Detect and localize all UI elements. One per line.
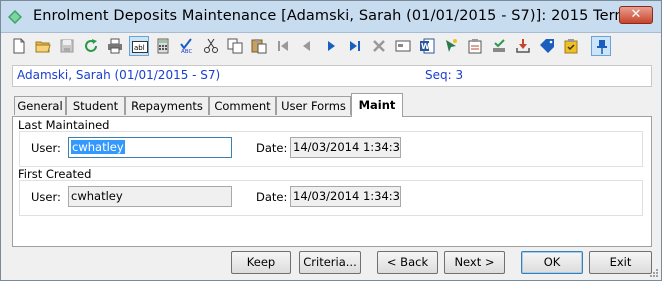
last-record-icon[interactable] xyxy=(345,36,365,56)
first-created-user-field[interactable]: cwhatley xyxy=(68,186,232,207)
copy-icon[interactable] xyxy=(225,36,245,56)
tab-general[interactable]: General xyxy=(14,96,66,115)
tab-strip: General Student Repayments Comment User … xyxy=(12,93,652,117)
cut-icon[interactable] xyxy=(201,36,221,56)
calculator-icon[interactable] xyxy=(153,36,173,56)
record-header: Adamski, Sarah (01/01/2015 - S7) Seq: 3 xyxy=(12,65,652,87)
approve-stamp-icon[interactable] xyxy=(489,36,509,56)
tab-repayments[interactable]: Repayments xyxy=(125,96,209,115)
resize-grip-icon[interactable] xyxy=(648,267,658,277)
clipboard-list-icon[interactable] xyxy=(465,36,485,56)
next-record-icon[interactable] xyxy=(321,36,341,56)
first-record-icon[interactable] xyxy=(273,36,293,56)
toolbar: abl ABC W xyxy=(5,34,659,60)
clipboard-check-icon[interactable] xyxy=(561,36,581,56)
print-icon[interactable] xyxy=(105,36,125,56)
first-created-date-label: Date: xyxy=(256,190,288,204)
first-created-group: User: cwhatley Date: 14/03/2014 1:34:33 … xyxy=(19,180,643,216)
next-button[interactable]: Next > xyxy=(444,251,505,274)
selected-text: cwhatley xyxy=(71,140,125,154)
delete-icon[interactable] xyxy=(369,36,389,56)
open-folder-icon[interactable] xyxy=(33,36,53,56)
exit-button[interactable]: Exit xyxy=(589,251,652,274)
cursor-star-icon[interactable] xyxy=(441,36,461,56)
text-field-icon[interactable]: abl xyxy=(129,36,149,56)
svg-text:W: W xyxy=(421,42,430,51)
tab-user-forms[interactable]: User Forms xyxy=(276,96,351,115)
app-diamond-icon xyxy=(8,10,22,24)
tag-icon[interactable] xyxy=(537,36,557,56)
spell-check-icon[interactable]: ABC xyxy=(177,36,197,56)
pin-icon[interactable] xyxy=(591,36,611,56)
tab-comment[interactable]: Comment xyxy=(209,96,276,115)
close-window-button[interactable]: ✕ xyxy=(619,6,653,24)
title-bar[interactable]: Enrolment Deposits Maintenance [Adamski,… xyxy=(1,1,661,33)
new-icon[interactable] xyxy=(9,36,29,56)
download-tray-icon[interactable] xyxy=(513,36,533,56)
application-window: Enrolment Deposits Maintenance [Adamski,… xyxy=(0,0,662,281)
record-name: Adamski, Sarah (01/01/2015 - S7) xyxy=(17,68,221,82)
paste-icon[interactable] xyxy=(249,36,269,56)
refresh-icon[interactable] xyxy=(81,36,101,56)
record-sequence: Seq: 3 xyxy=(425,68,464,82)
last-maintained-date-field[interactable]: 14/03/2014 1:34:33 P xyxy=(290,137,401,158)
card-icon[interactable] xyxy=(393,36,413,56)
last-maintained-user-field[interactable]: cwhatley xyxy=(68,137,232,158)
last-maintained-user-label: User: xyxy=(31,141,61,155)
last-maintained-group: User: cwhatley Date: 14/03/2014 1:34:33 … xyxy=(19,131,643,167)
maint-tab-panel: Last Maintained User: cwhatley Date: 14/… xyxy=(12,116,652,247)
ok-button[interactable]: OK xyxy=(521,251,583,274)
tab-student[interactable]: Student xyxy=(66,96,125,115)
first-created-user-label: User: xyxy=(31,190,61,204)
window-title: Enrolment Deposits Maintenance [Adamski,… xyxy=(33,8,643,24)
tab-maint[interactable]: Maint xyxy=(351,93,403,117)
first-created-date-field[interactable]: 14/03/2014 1:34:33 P xyxy=(290,186,401,207)
last-maintained-heading: Last Maintained xyxy=(18,118,110,132)
back-button[interactable]: < Back xyxy=(377,251,438,274)
last-maintained-date-label: Date: xyxy=(256,141,288,155)
word-document-icon[interactable]: W xyxy=(417,36,437,56)
save-icon[interactable] xyxy=(57,36,77,56)
criteria-button[interactable]: Criteria... xyxy=(299,251,361,274)
previous-record-icon[interactable] xyxy=(297,36,317,56)
svg-text:ABC: ABC xyxy=(181,49,192,54)
first-created-heading: First Created xyxy=(18,167,92,181)
keep-button[interactable]: Keep xyxy=(231,251,291,274)
svg-text:abl: abl xyxy=(134,44,145,52)
